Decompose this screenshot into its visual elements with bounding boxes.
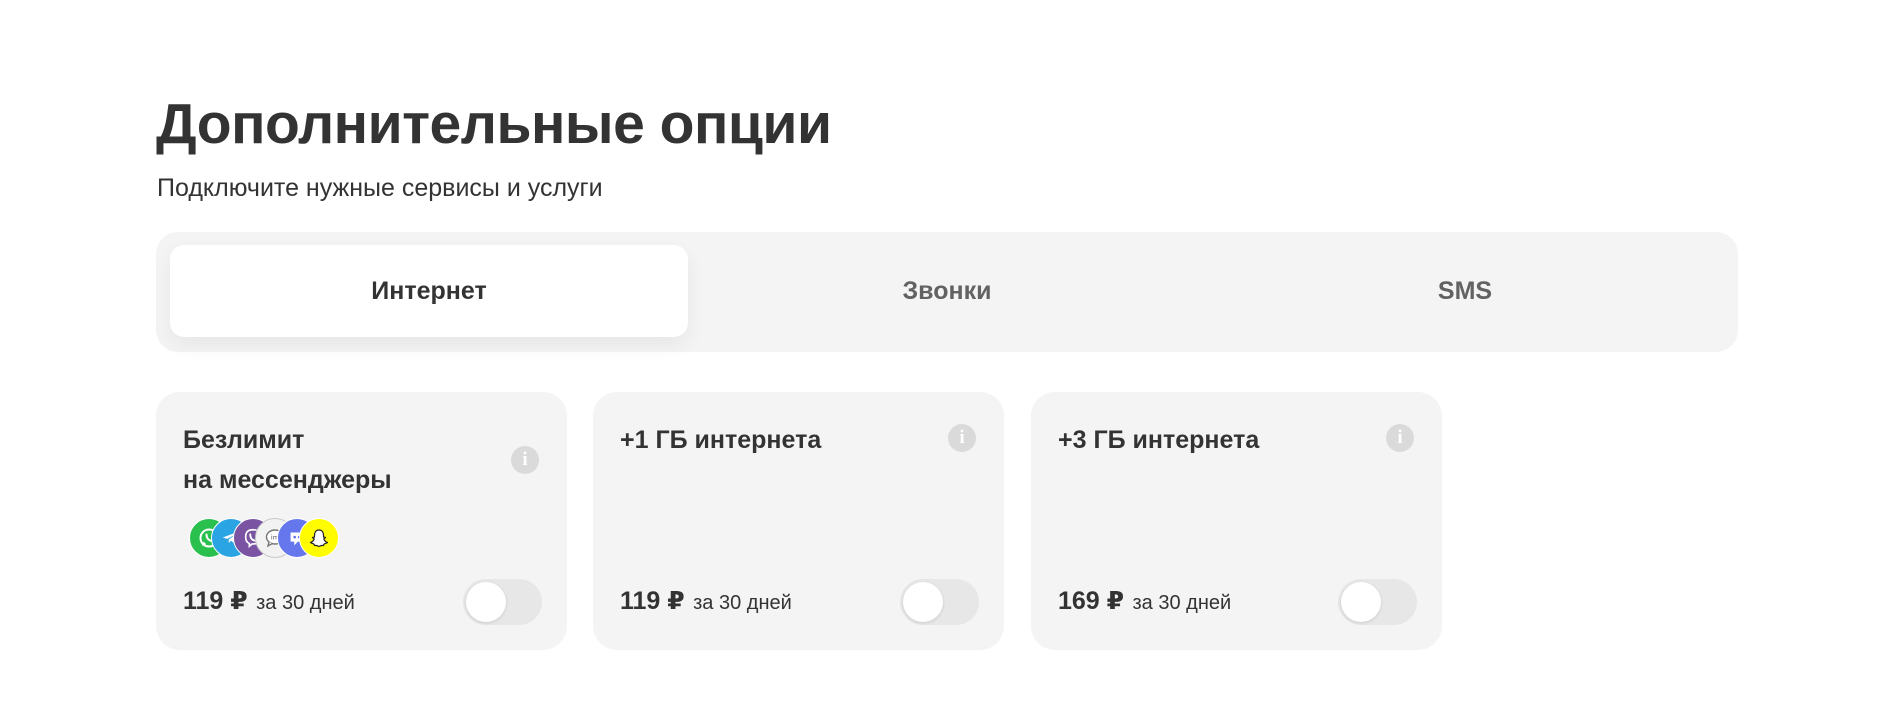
toggle-knob xyxy=(903,582,943,622)
tab-internet[interactable]: Интернет xyxy=(170,245,688,337)
option-price: 169 ₽ за 30 дней xyxy=(1058,586,1231,616)
price-period: за 30 дней xyxy=(1132,592,1232,614)
options-tabs: Интернет Звонки SMS xyxy=(156,232,1738,352)
price-period: за 30 дней xyxy=(693,592,792,614)
tab-sms[interactable]: SMS xyxy=(1206,245,1724,337)
page: Дополнительные опции Подключите нужные с… xyxy=(0,0,1896,721)
option-card-title: Безлимит на мессенджеры xyxy=(183,420,483,500)
option-card-1gb: +1 ГБ интернета i 119 ₽ за 30 дней xyxy=(593,392,1004,650)
info-icon[interactable]: i xyxy=(1386,424,1414,452)
price-amount: 119 ₽ xyxy=(620,587,685,615)
option-card-messengers: Безлимит на мессенджеры i im 119 ₽ за 30… xyxy=(156,392,567,650)
option-price: 119 ₽ за 30 дней xyxy=(620,586,792,616)
option-card-title: +3 ГБ интернета xyxy=(1058,420,1358,460)
option-toggle[interactable] xyxy=(900,579,979,625)
option-title-line: на мессенджеры xyxy=(183,466,392,494)
option-card-title: +1 ГБ интернета xyxy=(620,420,920,460)
option-price: 119 ₽ за 30 дней xyxy=(183,586,355,616)
option-title-line: Безлимит xyxy=(183,426,305,454)
info-icon[interactable]: i xyxy=(948,424,976,452)
page-subtitle: Подключите нужные сервисы и услуги xyxy=(157,174,603,202)
page-title: Дополнительные опции xyxy=(156,92,832,156)
price-period: за 30 дней xyxy=(256,592,355,614)
price-amount: 119 ₽ xyxy=(183,587,248,615)
option-toggle[interactable] xyxy=(1338,579,1417,625)
price-amount: 169 ₽ xyxy=(1058,587,1125,615)
option-card-3gb: +3 ГБ интернета i 169 ₽ за 30 дней xyxy=(1031,392,1442,650)
option-toggle[interactable] xyxy=(463,579,542,625)
toggle-knob xyxy=(1341,582,1381,622)
messenger-icons: im xyxy=(189,518,389,560)
toggle-knob xyxy=(466,582,506,622)
snapchat-icon xyxy=(299,518,339,558)
option-title-line: +1 ГБ интернета xyxy=(620,426,822,454)
info-icon[interactable]: i xyxy=(511,446,539,474)
option-title-line: +3 ГБ интернета xyxy=(1058,426,1260,454)
tab-calls[interactable]: Звонки xyxy=(688,245,1206,337)
